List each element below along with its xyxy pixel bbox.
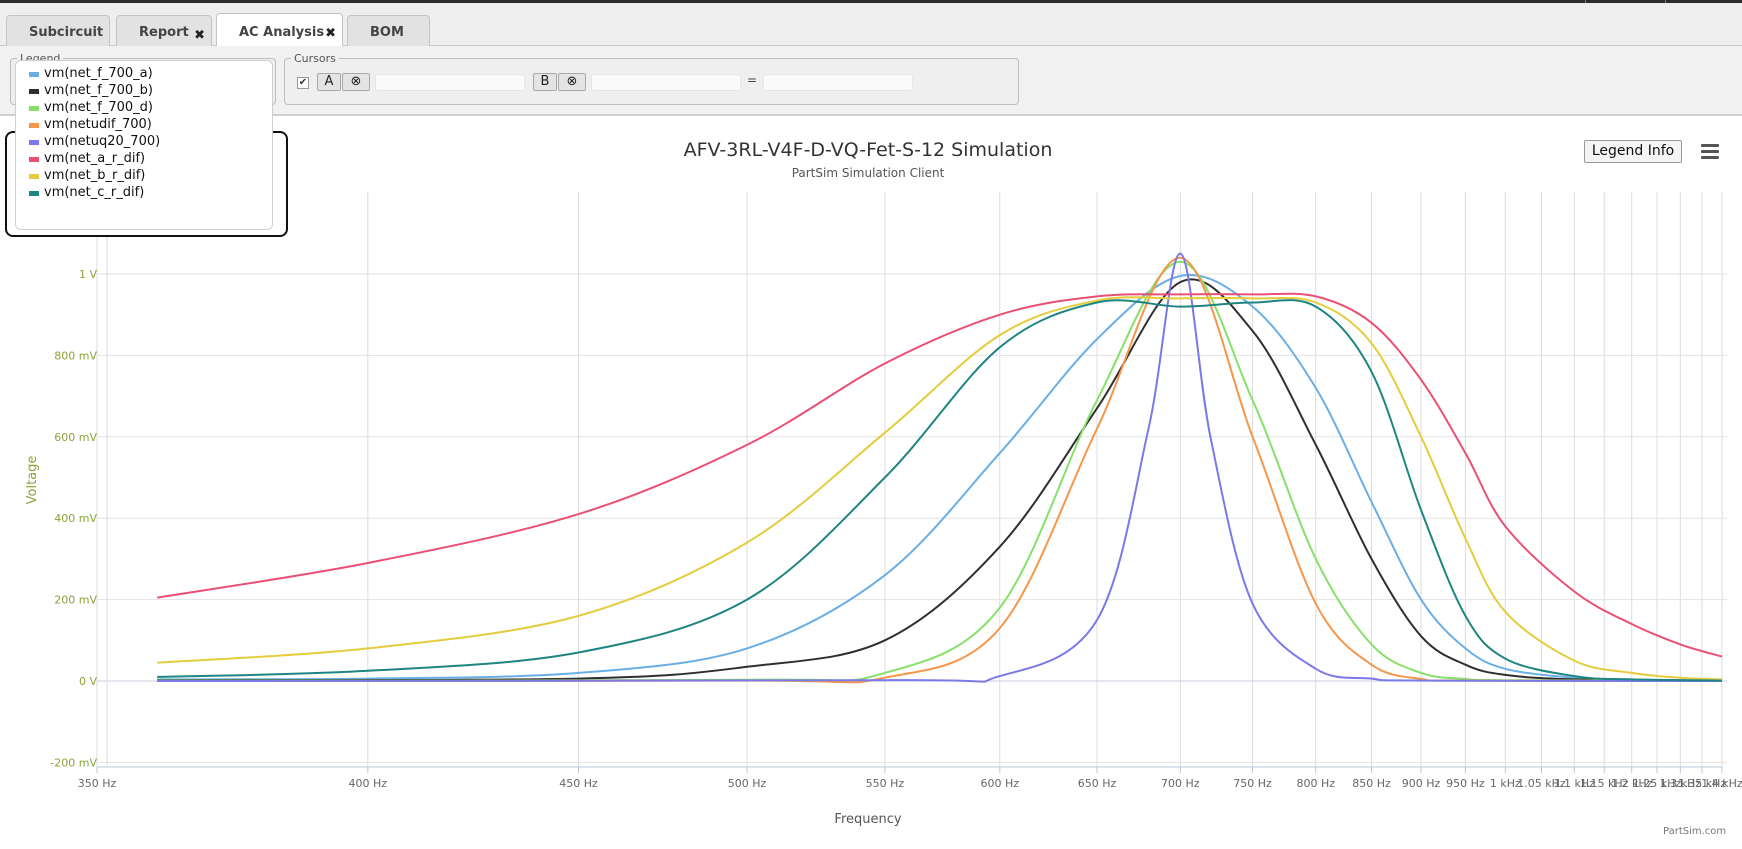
x-tick-label: 750 Hz xyxy=(1233,777,1272,790)
x-tick-label: 1.4 kHz xyxy=(1701,777,1742,790)
legend-swatch xyxy=(29,106,39,111)
cursor-equals-sign: = xyxy=(747,73,758,87)
legend-item-label: vm(netudif_700) xyxy=(44,117,152,132)
x-tick-label: 450 Hz xyxy=(559,777,598,790)
series-line-vm-net-a-r-dif[interactable] xyxy=(157,292,1723,658)
clear-cursor-a-icon[interactable]: ⊗ xyxy=(342,73,370,91)
legend-item-label: vm(net_f_700_d) xyxy=(44,100,153,115)
legend-swatch xyxy=(29,157,39,162)
tab-report[interactable]: Report ✖ xyxy=(116,15,212,46)
cursor-b-value-field[interactable] xyxy=(591,74,741,91)
x-tick-label: 700 Hz xyxy=(1161,777,1200,790)
clear-cursor-b-icon[interactable]: ⊗ xyxy=(558,73,586,91)
x-tick-label: 950 Hz xyxy=(1446,777,1485,790)
series-line-vm-netuq20-700[interactable] xyxy=(157,252,1723,683)
series-line-vm-netudif-700[interactable] xyxy=(157,256,1723,684)
series-line-vm-net-b-r-dif[interactable] xyxy=(157,296,1723,681)
cursors-checkbox[interactable]: ✔ xyxy=(297,77,309,89)
chart-axes: 350 Hz 400 Hz 450 Hz 500 Hz 550 Hz 600 Hz 650 … xyxy=(50,192,1742,790)
cursors-fieldset: Cursors ✔ A ⊗ B ⊗ = xyxy=(284,52,1019,105)
legend-item-label: vm(net_f_700_a) xyxy=(44,66,153,81)
tab-ac-analysis[interactable]: AC Analysis ✖ xyxy=(216,13,343,47)
x-tick-label: 550 Hz xyxy=(866,777,905,790)
cursor-a-button[interactable]: A xyxy=(317,73,341,91)
close-tab-icon[interactable]: ✖ xyxy=(325,26,336,41)
legend-item-label: vm(net_c_r_dif) xyxy=(44,185,145,200)
legend-info-button[interactable]: Legend Info xyxy=(1584,140,1682,163)
legend-swatch xyxy=(29,174,39,179)
series-line-vm-net-c-r-dif[interactable] xyxy=(157,299,1723,682)
cursor-a-value-field[interactable] xyxy=(375,74,525,91)
legend-item-label: vm(net_f_700_b) xyxy=(44,83,153,98)
chart-series xyxy=(157,252,1723,684)
tab-label: Subcircuit xyxy=(29,25,104,40)
legend-swatch xyxy=(29,72,39,77)
legend-swatch xyxy=(29,123,39,128)
y-tick-label: -200 mV xyxy=(50,756,97,769)
x-tick-label: 400 Hz xyxy=(349,777,388,790)
legend-swatch xyxy=(29,140,39,145)
chart-title: AFV-3RL-V4F-D-VQ-Fet-S-12 Simulation xyxy=(684,139,1053,161)
legend-item-label: vm(netuq20_700) xyxy=(44,134,161,149)
y-tick-label: 0 V xyxy=(79,675,97,688)
tab-strip: Subcircuit Report ✖ AC Analysis ✖ BOM xyxy=(0,3,1742,47)
chart-menu-icon[interactable] xyxy=(1701,144,1719,160)
legend-swatch xyxy=(29,191,39,196)
x-tick-label: 500 Hz xyxy=(728,777,767,790)
y-tick-label: 600 mV xyxy=(54,431,97,444)
cursors-caption: Cursors xyxy=(294,52,336,65)
x-tick-label: 350 Hz xyxy=(78,777,117,790)
legend-panel: vm(net_f_700_a) vm(net_f_700_b) vm(net_f_7… xyxy=(15,60,273,230)
x-tick-label: 850 Hz xyxy=(1352,777,1391,790)
x-tick-label: 650 Hz xyxy=(1078,777,1117,790)
x-tick-label: 800 Hz xyxy=(1296,777,1335,790)
x-tick-label: 600 Hz xyxy=(981,777,1020,790)
series-line-vm-net-f-700-b[interactable] xyxy=(157,278,1723,682)
tab-subcircuit[interactable]: Subcircuit xyxy=(6,15,110,46)
cursor-delta-value-field[interactable] xyxy=(763,74,913,91)
close-tab-icon[interactable]: ✖ xyxy=(194,28,205,43)
legend-swatch xyxy=(29,89,39,94)
tab-label: AC Analysis xyxy=(239,25,325,40)
chart-subtitle: PartSim Simulation Client xyxy=(792,166,945,180)
x-tick-label: 900 Hz xyxy=(1402,777,1441,790)
tab-label: Report xyxy=(139,25,189,40)
y-tick-label: 400 mV xyxy=(54,512,97,525)
tab-label: BOM xyxy=(370,25,404,40)
partsim-credit: PartSim.com xyxy=(1663,826,1727,837)
cursor-b-button[interactable]: B xyxy=(533,73,557,91)
y-tick-label: 200 mV xyxy=(54,594,97,607)
x-axis-label: Frequency xyxy=(834,812,901,827)
series-line-vm-net-f-700-d[interactable] xyxy=(157,260,1723,682)
y-axis-label: Voltage xyxy=(25,456,40,505)
y-tick-label: 800 mV xyxy=(54,349,97,362)
tab-bom[interactable]: BOM xyxy=(347,15,430,46)
y-tick-label: 1 V xyxy=(79,268,97,281)
legend-item-label: vm(net_b_r_dif) xyxy=(44,168,146,183)
series-line-vm-net-f-700-a[interactable] xyxy=(157,274,1723,682)
legend-item-label: vm(net_a_r_dif) xyxy=(44,151,146,166)
